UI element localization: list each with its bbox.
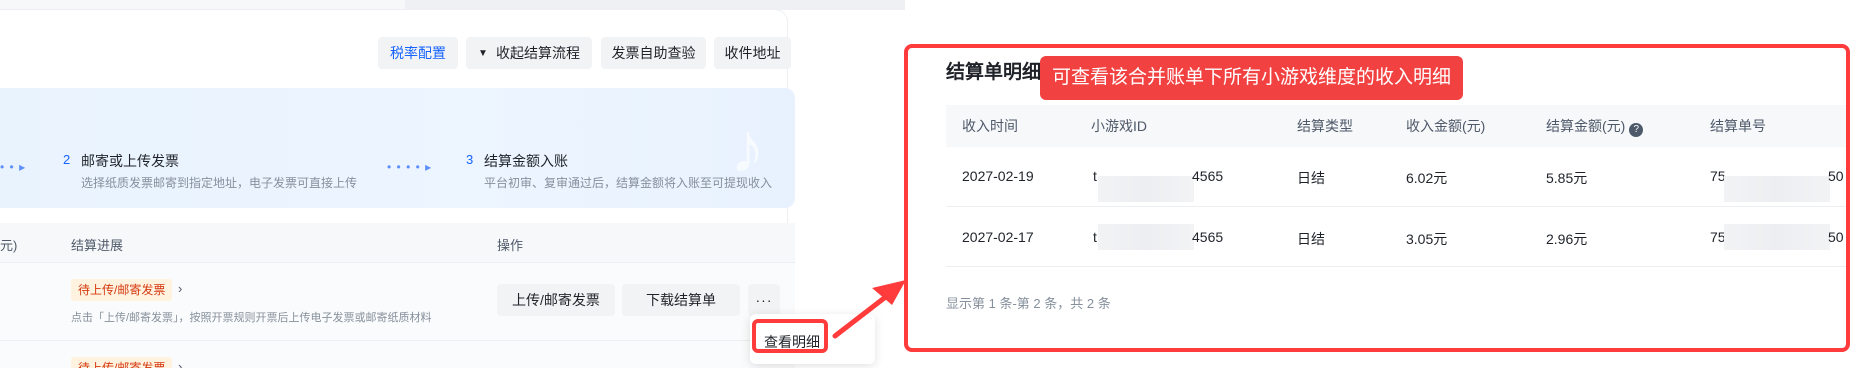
settle-type: 日结	[1297, 231, 1325, 247]
settle-amount: 2.96元	[1546, 231, 1588, 247]
help-icon[interactable]: ?	[1629, 123, 1644, 137]
income-date: 2027-02-19	[962, 168, 1034, 184]
settle-type: 日结	[1297, 170, 1325, 186]
screenshot-stage: 税率配置 ▼ 收起结算流程 发票自助查验 收件地址 ♪ • • ▸ 2 邮寄或上…	[0, 0, 1852, 368]
column-settle-amount: 结算金额(元)?	[1546, 116, 1644, 137]
settle-amount: 5.85元	[1546, 170, 1588, 186]
game-id-head: t	[1093, 168, 1097, 184]
redaction-mask	[1098, 176, 1194, 202]
pagination-summary: 显示第 1 条-第 2 条，共 2 条	[946, 296, 1111, 311]
column-income-amount: 收入金额(元)	[1406, 118, 1486, 134]
detail-title: 结算单明细	[946, 62, 1042, 83]
column-settle-type: 结算类型	[1297, 118, 1353, 134]
game-id-tail: 4565	[1192, 168, 1224, 184]
column-income-time: 收入时间	[962, 118, 1018, 134]
redaction-mask	[1098, 224, 1194, 250]
income-amount: 6.02元	[1406, 170, 1448, 186]
settle-no-tail: 50	[1828, 229, 1844, 245]
column-settle-amount-label: 结算金额(元)	[1546, 118, 1626, 134]
income-amount: 3.05元	[1406, 231, 1448, 247]
redaction-mask	[1724, 176, 1830, 202]
game-id-tail: 4565	[1192, 229, 1224, 245]
redaction-mask	[1724, 224, 1830, 250]
arrow-shaft	[832, 289, 895, 339]
game-id-head: t	[1093, 229, 1097, 245]
column-game-id: 小游戏ID	[1091, 118, 1147, 134]
income-date: 2027-02-17	[962, 229, 1034, 245]
column-settle-no: 结算单号	[1710, 118, 1766, 134]
settle-no-tail: 50	[1828, 168, 1844, 184]
annotation-callout: 可查看该合并账单下所有小游戏维度的收入明细	[1040, 56, 1464, 100]
